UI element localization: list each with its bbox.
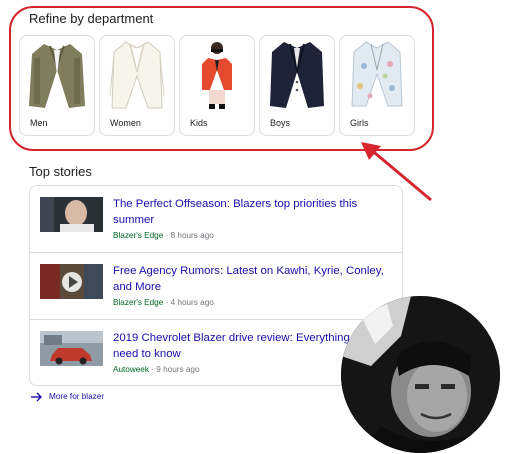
more-stories-label[interactable]: More for blazer <box>49 392 104 401</box>
department-title: Refine by department <box>29 11 154 26</box>
department-label: Men <box>30 118 48 128</box>
department-card-men[interactable]: Men <box>19 35 95 136</box>
story-headline[interactable]: Free Agency Rumors: Latest on Kawhi, Kyr… <box>113 263 393 295</box>
story-thumbnail <box>40 264 103 299</box>
department-label: Kids <box>190 118 208 128</box>
top-stories-title: Top stories <box>29 164 92 179</box>
arrow-right-icon <box>31 392 42 402</box>
story-meta: Autoweek · 9 hours ago <box>113 365 200 374</box>
women-blazer-image <box>109 41 165 109</box>
story-source[interactable]: Blazer's Edge <box>113 231 163 240</box>
story-source[interactable]: Blazer's Edge <box>113 298 163 307</box>
department-card-girls[interactable]: Girls <box>339 35 415 136</box>
department-card-kids[interactable]: Kids <box>179 35 255 136</box>
story-thumbnail <box>40 331 103 366</box>
story-age: 8 hours ago <box>170 231 214 240</box>
men-blazer-image <box>29 44 85 108</box>
presenter-avatar <box>341 296 500 453</box>
story-meta: Blazer's Edge · 4 hours ago <box>113 298 214 307</box>
girls-blazer-image <box>351 41 403 107</box>
meta-separator: · <box>165 298 169 307</box>
story-age: 4 hours ago <box>170 298 214 307</box>
story-headline[interactable]: The Perfect Offseason: Blazers top prior… <box>113 196 393 228</box>
department-label: Boys <box>270 118 291 128</box>
department-card-women[interactable]: Women <box>99 35 175 136</box>
department-label: Women <box>110 118 141 128</box>
story-age: 9 hours ago <box>156 365 200 374</box>
meta-separator: · <box>165 231 169 240</box>
department-label: Girls <box>350 118 369 128</box>
story-item[interactable]: Free Agency Rumors: Latest on Kawhi, Kyr… <box>30 252 402 318</box>
story-meta: Blazer's Edge · 8 hours ago <box>113 231 214 240</box>
story-item[interactable]: The Perfect Offseason: Blazers top prior… <box>30 186 402 252</box>
story-source[interactable]: Autoweek <box>113 365 149 374</box>
kids-blazer-image <box>202 42 232 109</box>
department-card-boys[interactable]: Boys <box>259 35 335 136</box>
story-thumbnail <box>40 197 103 232</box>
boys-blazer-image <box>270 42 324 108</box>
meta-separator: · <box>151 365 154 374</box>
